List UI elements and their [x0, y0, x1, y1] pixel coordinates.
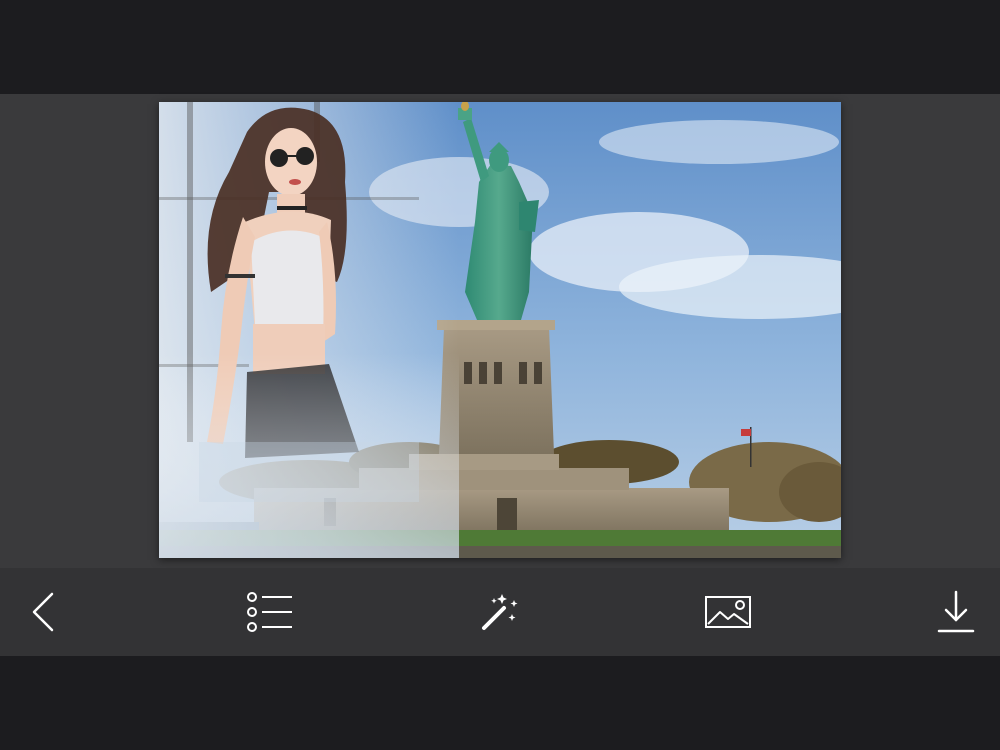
top-bar	[0, 0, 1000, 94]
composited-photo[interactable]	[159, 102, 841, 558]
download-button[interactable]	[916, 568, 996, 656]
download-icon	[937, 590, 975, 633]
back-button[interactable]	[4, 568, 84, 656]
image-icon	[705, 596, 751, 628]
chevron-left-icon	[32, 592, 54, 632]
gallery-button[interactable]	[688, 568, 768, 656]
photo-image	[159, 102, 841, 558]
bottom-toolbar	[0, 568, 1000, 656]
list-button[interactable]	[230, 568, 310, 656]
magic-wand-icon	[482, 594, 518, 630]
editor-canvas	[0, 94, 1000, 568]
photo-editor-screen	[0, 0, 1000, 750]
list-icon	[247, 592, 292, 632]
effects-button[interactable]	[460, 568, 540, 656]
bottom-bar	[0, 656, 1000, 750]
